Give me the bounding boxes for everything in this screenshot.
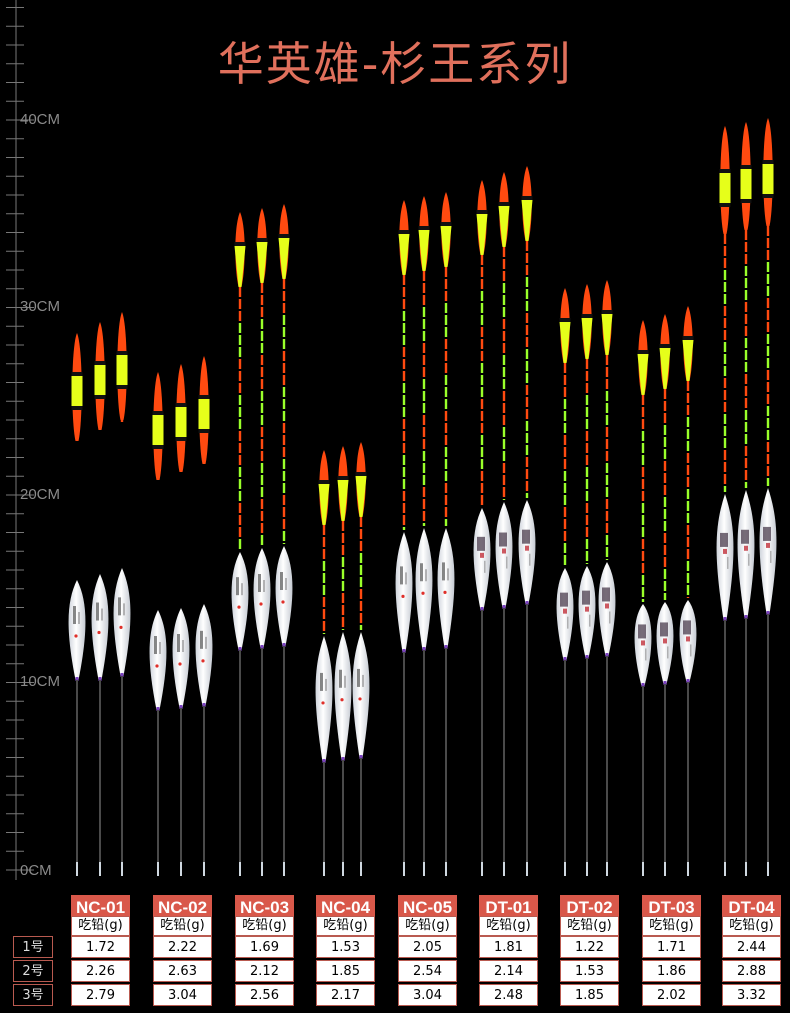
value-cell: 1.69: [235, 936, 294, 958]
float: [679, 306, 697, 876]
float: [253, 208, 271, 876]
header-cell: 吃铅(g): [316, 916, 375, 936]
value-cell: 2.17: [316, 984, 375, 1006]
float: [556, 288, 574, 876]
value-cell: 1.85: [560, 984, 619, 1006]
float: [415, 196, 433, 876]
value-cell: 2.26: [71, 960, 130, 982]
value-cell: 3.32: [722, 984, 781, 1006]
float: [395, 200, 413, 876]
header-cell: 吃铅(g): [71, 916, 130, 936]
float: [195, 356, 213, 876]
row-label: 2号: [13, 960, 53, 982]
float: [473, 180, 491, 876]
value-cell: 1.72: [71, 936, 130, 958]
float: [315, 450, 333, 876]
float: [149, 372, 167, 876]
ruler-label: 40CM: [20, 111, 61, 128]
value-cell: 2.63: [153, 960, 212, 982]
value-cell: 2.56: [235, 984, 294, 1006]
float: [113, 312, 131, 876]
float: [518, 166, 536, 876]
float: [634, 320, 652, 876]
row-label: 3号: [13, 984, 53, 1006]
value-cell: 2.79: [71, 984, 130, 1006]
float: [172, 364, 190, 876]
float: [334, 446, 352, 876]
page-title: 华英雄-杉王系列: [217, 37, 573, 91]
header-cell: 吃铅(g): [642, 916, 701, 936]
row-label: 1号: [13, 936, 53, 958]
value-cell: 2.44: [722, 936, 781, 958]
float: [437, 192, 455, 876]
ruler-label: 0CM: [20, 862, 52, 879]
value-cell: 3.04: [398, 984, 457, 1006]
value-cell: 1.53: [316, 936, 375, 958]
floats-illustration: [6, 0, 777, 880]
value-cell: 1.53: [560, 960, 619, 982]
float: [495, 172, 513, 876]
float: [716, 126, 734, 876]
float: [68, 333, 86, 876]
ruler-label: 10CM: [20, 673, 61, 690]
float: [231, 212, 249, 876]
ruler-label: 30CM: [20, 298, 61, 315]
value-cell: 1.81: [479, 936, 538, 958]
value-cell: 1.85: [316, 960, 375, 982]
ruler-label: 20CM: [20, 486, 61, 503]
float: [275, 204, 293, 876]
float: [737, 122, 755, 876]
value-cell: 2.12: [235, 960, 294, 982]
float: [578, 284, 596, 876]
value-cell: 3.04: [153, 984, 212, 1006]
float: [352, 442, 370, 876]
value-cell: 1.71: [642, 936, 701, 958]
value-cell: 1.22: [560, 936, 619, 958]
header-cell: 吃铅(g): [153, 916, 212, 936]
header-cell: 吃铅(g): [235, 916, 294, 936]
float: [91, 322, 109, 876]
value-cell: 2.14: [479, 960, 538, 982]
header-cell: 吃铅(g): [479, 916, 538, 936]
value-cell: 1.86: [642, 960, 701, 982]
value-cell: 2.88: [722, 960, 781, 982]
value-cell: 2.05: [398, 936, 457, 958]
header-cell: 吃铅(g): [398, 916, 457, 936]
float: [656, 314, 674, 876]
float: [759, 118, 777, 876]
header-cell: 吃铅(g): [722, 916, 781, 936]
float: [598, 280, 616, 876]
value-cell: 2.02: [642, 984, 701, 1006]
header-cell: 吃铅(g): [560, 916, 619, 936]
value-cell: 2.22: [153, 936, 212, 958]
value-cell: 2.48: [479, 984, 538, 1006]
value-cell: 2.54: [398, 960, 457, 982]
